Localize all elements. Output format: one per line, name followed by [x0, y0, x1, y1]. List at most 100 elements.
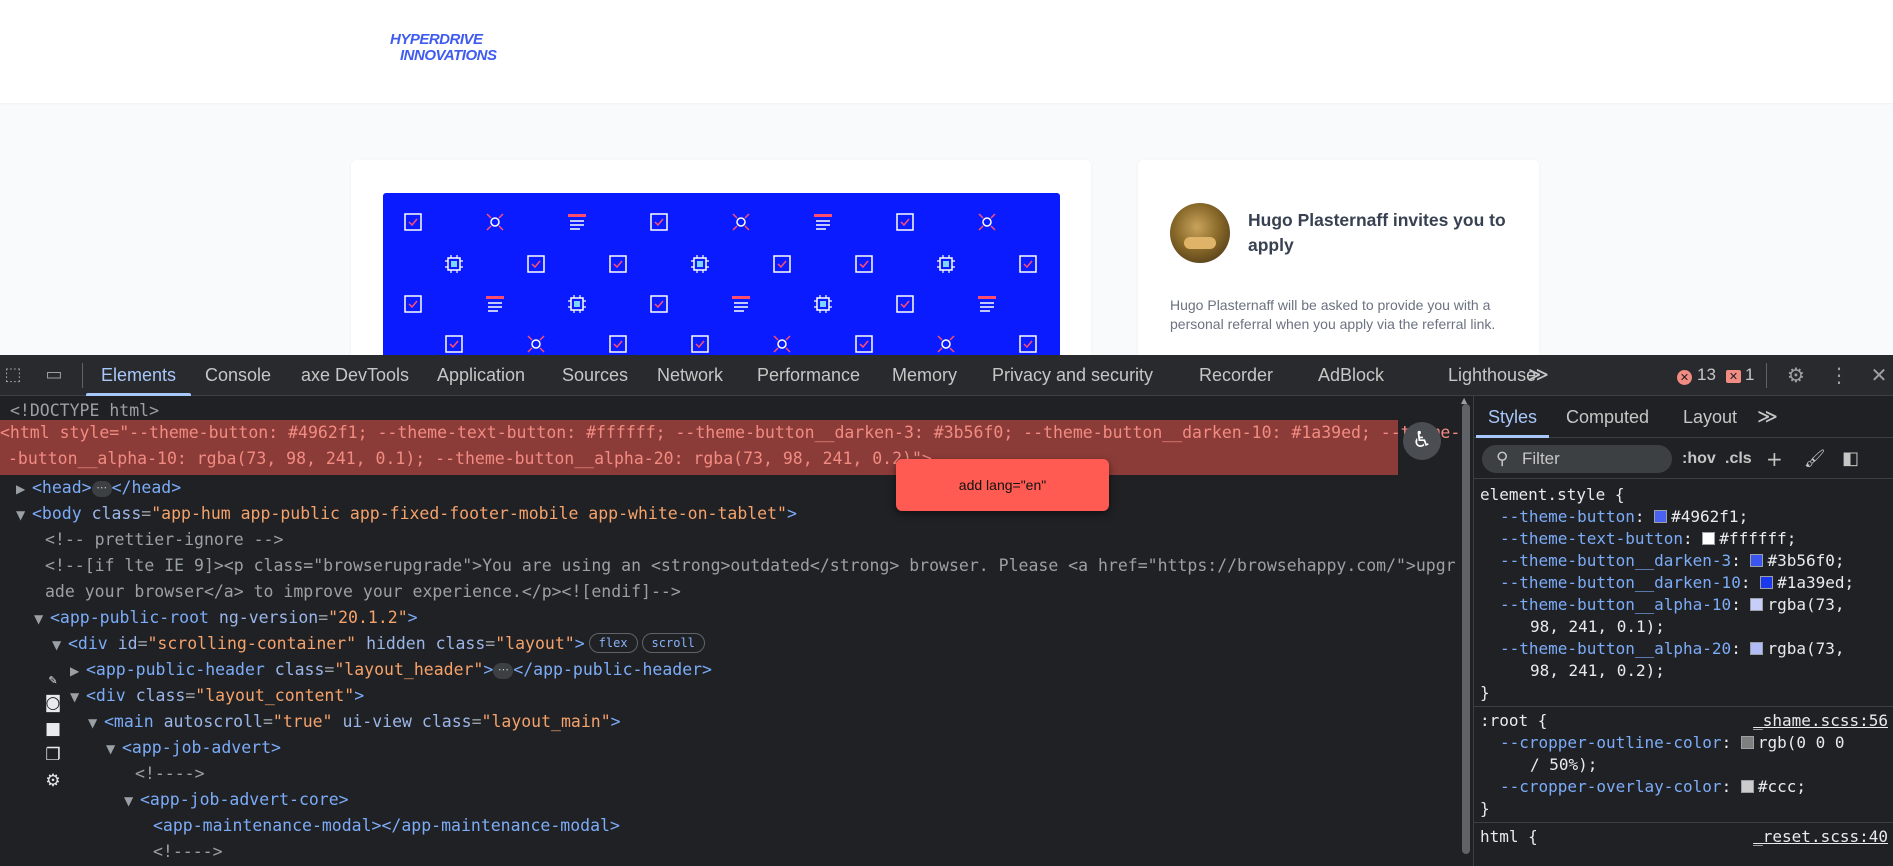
expand-arrow-icon[interactable]: ▶ — [16, 476, 32, 502]
styles-tabbar: Styles Computed Layout ≫ — [1474, 396, 1893, 438]
company-logo[interactable]: HYPERDRIVE INNOVATIONS — [390, 32, 497, 64]
divider — [1474, 706, 1893, 707]
issue-count[interactable]: ✕ 1 — [1726, 364, 1754, 386]
css-declaration[interactable]: --theme-button__alpha-20: rgba(73, — [1500, 638, 1845, 660]
tab-styles[interactable]: Styles — [1475, 396, 1550, 438]
maintenance-modal-node[interactable]: <app-maintenance-modal></app-maintenance… — [153, 813, 620, 839]
header-node[interactable]: ▶ <app-public-header class="layout_header… — [70, 657, 712, 683]
tab-performance[interactable]: Performance — [757, 355, 860, 396]
collapse-arrow-icon[interactable]: ▼ — [70, 684, 86, 710]
color-swatch[interactable] — [1750, 642, 1764, 655]
paint-brush-icon[interactable]: 🖌 — [1804, 445, 1826, 473]
banner-pattern — [404, 213, 1037, 353]
device-toolbar-icon[interactable]: ▭ — [41, 363, 67, 387]
element-style-selector: element.style { — [1480, 485, 1625, 504]
job-advert-core-node[interactable]: ▼ <app-job-advert-core> — [124, 787, 349, 813]
scroll-badge[interactable]: scroll — [641, 633, 705, 653]
tab-console[interactable]: Console — [205, 355, 271, 396]
more-options-icon[interactable]: ⋮ — [1826, 363, 1852, 387]
job-advert-node[interactable]: ▼ <app-job-advert> — [106, 735, 281, 761]
comment-node[interactable]: <!-- prettier-ignore --> — [45, 527, 283, 553]
color-swatch[interactable] — [1750, 554, 1764, 567]
collapse-arrow-icon[interactable]: ▼ — [88, 710, 104, 736]
color-swatch[interactable] — [1750, 598, 1764, 611]
expand-arrow-icon[interactable]: ▶ — [70, 658, 86, 684]
tab-elements[interactable]: Elements — [85, 355, 192, 396]
ellipsis-icon[interactable]: ⋯ — [91, 481, 112, 497]
collapse-arrow-icon[interactable]: ▼ — [52, 632, 68, 658]
css-declaration[interactable]: --theme-text-button: #ffffff; — [1500, 528, 1796, 550]
collapse-arrow-icon[interactable]: ▼ — [124, 788, 140, 814]
tab-network[interactable]: Network — [657, 355, 723, 396]
error-count[interactable]: ✕ 13 — [1677, 364, 1716, 386]
comment-node[interactable]: <!----> — [135, 761, 205, 787]
devtools-panel: ⬚ ▭ Elements Console axe DevTools Applic… — [0, 355, 1893, 866]
invite-title: Hugo Plasternaff invites you to apply — [1248, 210, 1506, 255]
comment-node[interactable]: <!--[if lte IE 9]><p class="browserupgra… — [45, 553, 1456, 579]
class-toggle-button[interactable]: .cls — [1725, 445, 1752, 473]
color-swatch[interactable] — [1654, 510, 1668, 523]
head-node[interactable]: ▶ <head> ⋯ </head> — [16, 475, 181, 501]
eyedropper-icon[interactable]: ✎ — [40, 672, 66, 690]
settings-gear-icon[interactable]: ⚙ — [40, 768, 66, 794]
inspect-element-icon[interactable]: ⬚ — [0, 363, 26, 387]
css-declaration-cont: / 50%); — [1530, 755, 1598, 774]
css-declaration[interactable]: --theme-button: #4962f1; — [1500, 506, 1748, 528]
comment-node[interactable]: <!----> — [153, 839, 223, 865]
elements-tree: <!DOCTYPE html> <html style="--theme-but… — [0, 396, 1459, 866]
css-declaration[interactable]: --theme-button__darken-10: #1a39ed; — [1500, 572, 1854, 594]
copy-icon[interactable]: ❐ — [40, 742, 66, 768]
main-node[interactable]: ▼ <main autoscroll="true" ui-view class="… — [88, 709, 621, 735]
tab-computed[interactable]: Computed — [1566, 396, 1649, 438]
css-declaration[interactable]: --theme-button__darken-3: #3b56f0; — [1500, 550, 1845, 572]
avatar — [1170, 203, 1230, 263]
body-node[interactable]: ▼ <body class="app-hum app-public app-fix… — [16, 501, 797, 527]
more-tabs-icon[interactable]: ≫ — [1757, 396, 1778, 438]
toggle-sidebar-icon[interactable]: ◧ — [1842, 445, 1859, 473]
color-swatch[interactable] — [1740, 736, 1754, 749]
tab-layout[interactable]: Layout — [1683, 396, 1737, 438]
scrollbar-thumb[interactable] — [1462, 404, 1470, 854]
css-declaration[interactable]: --cropper-outline-color: rgb(0 0 0 — [1500, 732, 1845, 754]
collapse-arrow-icon[interactable]: ▼ — [106, 736, 122, 762]
tab-memory[interactable]: Memory — [892, 355, 957, 396]
collapse-arrow-icon[interactable]: ▼ — [16, 502, 32, 528]
styles-filter-input[interactable]: Filter — [1482, 445, 1672, 473]
color-swatch[interactable] — [1702, 532, 1716, 545]
new-style-rule-icon[interactable]: + — [1766, 445, 1783, 473]
ellipsis-icon[interactable]: ⋯ — [493, 663, 514, 679]
accessibility-icon[interactable]: ♿ — [1403, 422, 1441, 460]
video-camera-icon[interactable]: ■ — [40, 716, 66, 742]
color-swatch[interactable] — [1760, 576, 1774, 589]
html-rule-source-link[interactable]: _reset.scss:40 — [1753, 826, 1888, 848]
close-devtools-icon[interactable]: ✕ — [1866, 363, 1892, 387]
tab-adblock[interactable]: AdBlock — [1318, 355, 1384, 396]
scrolling-container-node[interactable]: ▼ <div id="scrolling-container" hidden cl… — [52, 631, 705, 657]
close-brace: } — [1480, 683, 1490, 702]
elements-scrollbar[interactable]: ▲ — [1459, 396, 1471, 866]
css-declaration[interactable]: --cropper-overlay-color: #ccc; — [1500, 776, 1806, 798]
layout-content-node[interactable]: ▼ <div class="layout_content"> — [70, 683, 364, 709]
camera-icon[interactable]: ◙ — [40, 690, 66, 716]
app-root-node[interactable]: ▼ <app-public-root ng-version="20.1.2"> — [34, 605, 418, 631]
css-declaration[interactable]: --theme-button__alpha-10: rgba(73, — [1500, 594, 1845, 616]
tab-application[interactable]: Application — [437, 355, 525, 396]
tab-recorder[interactable]: Recorder — [1199, 355, 1273, 396]
hover-state-button[interactable]: :hov — [1682, 445, 1716, 473]
tab-axe-devtools[interactable]: axe DevTools — [301, 355, 409, 396]
root-rule-source-link[interactable]: _shame.scss:56 — [1753, 710, 1888, 732]
tab-privacy-and-security[interactable]: Privacy and security — [992, 355, 1153, 396]
settings-gear-icon[interactable]: ⚙ — [1783, 363, 1809, 387]
side-toolbar: ✎ ◙ ■ ❐ ⚙ — [40, 672, 66, 798]
collapse-arrow-icon[interactable]: ▼ — [34, 606, 50, 632]
color-swatch[interactable] — [1740, 780, 1754, 793]
flex-badge[interactable]: flex — [588, 633, 638, 653]
tab-lighthouse[interactable]: Lighthouse — [1448, 355, 1536, 396]
selected-html-node[interactable]: <html style="--theme-button: #4962f1; --… — [0, 420, 1459, 475]
tab-sources[interactable]: Sources — [562, 355, 628, 396]
root-rule-selector: :root {_shame.scss:56 — [1480, 710, 1888, 732]
accessibility-hint-tooltip: add lang="en" — [896, 459, 1109, 511]
divider — [1766, 363, 1767, 388]
more-tabs-icon[interactable]: ≫ — [1528, 355, 1549, 396]
issue-icon: ✕ — [1726, 370, 1741, 383]
